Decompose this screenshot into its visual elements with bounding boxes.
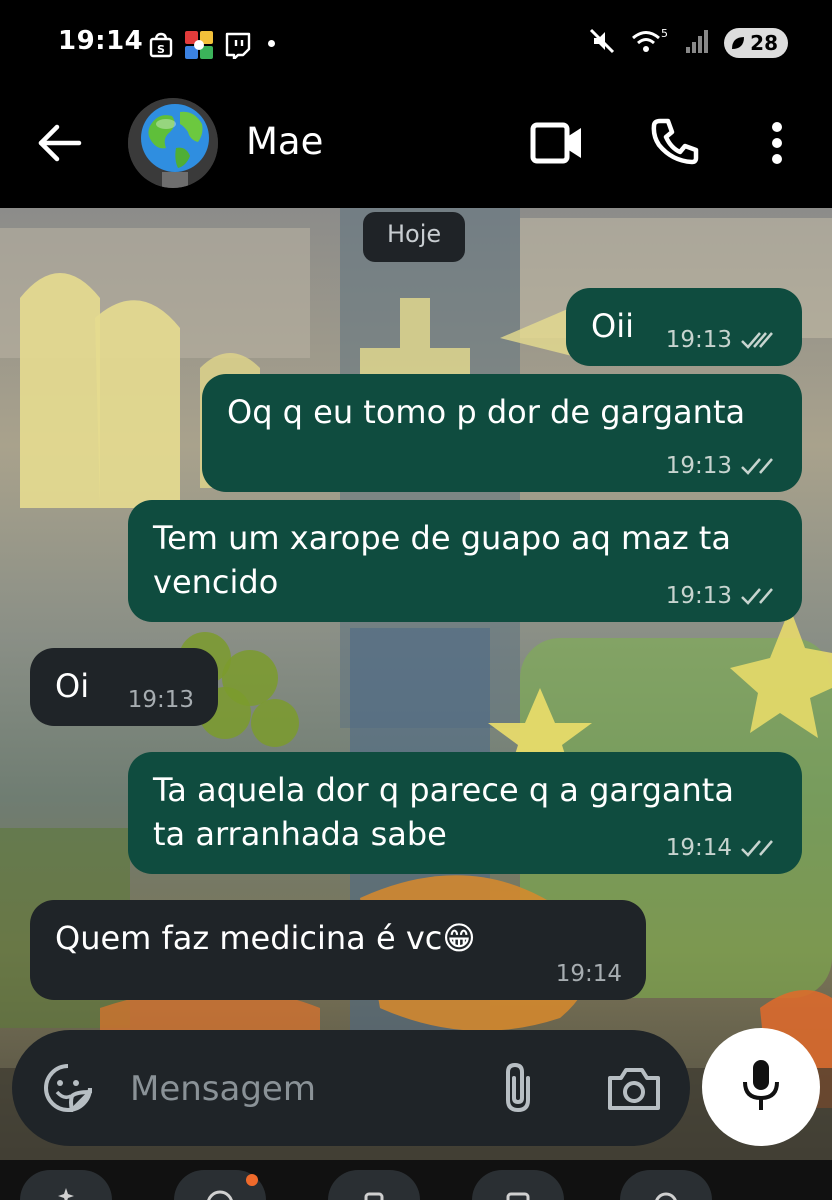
menu-dots-icon[interactable] [766, 120, 788, 170]
svg-text:S: S [157, 43, 165, 56]
nav-item-updates[interactable] [328, 1170, 420, 1200]
nav-item-ai[interactable] [20, 1170, 112, 1200]
message-meta: 19:13 [666, 452, 778, 480]
svg-text:5: 5 [661, 27, 668, 40]
contact-avatar[interactable] [128, 98, 218, 188]
chat-area[interactable]: Hoje Oii 19:13 Oq q eu tomo p dor de gar… [0, 208, 832, 1160]
notification-dot [268, 40, 275, 47]
wifi-5g-icon: 5 [630, 26, 670, 60]
battery-indicator: 28 [724, 28, 788, 58]
phone-call-icon[interactable] [650, 116, 700, 170]
message-bubble-incoming[interactable]: Oi 19:13 [30, 648, 218, 726]
save-icon [506, 1192, 530, 1200]
leaf-icon [732, 37, 745, 49]
read-ticks-icon [741, 588, 773, 605]
read-ticks-icon [741, 840, 773, 857]
message-meta: 19:14 [556, 960, 622, 988]
message-meta: 19:14 [666, 834, 778, 862]
message-input[interactable] [128, 1060, 462, 1118]
signal-icon [684, 27, 710, 59]
camera-icon[interactable] [606, 1064, 662, 1116]
status-bar: 19:14 S 5 28 [0, 0, 832, 90]
message-text: Oi [55, 667, 90, 705]
mic-button[interactable] [702, 1028, 820, 1146]
nav-item-settings[interactable] [620, 1170, 712, 1200]
nav-badge [246, 1174, 258, 1186]
message-composer [12, 1030, 690, 1146]
chat-header: Mae [0, 90, 832, 208]
contact-name[interactable]: Mae [246, 120, 323, 163]
message-text: Ta aquela dor q parece q a garganta [153, 771, 734, 809]
message-bubble-outgoing[interactable]: Tem um xarope de guapo aq maz ta vencido… [128, 500, 802, 622]
message-bubble-outgoing[interactable]: Ta aquela dor q parece q a garganta ta a… [128, 752, 802, 874]
message-bubble-outgoing[interactable]: Oq q eu tomo p dor de garganta 19:13 [202, 374, 802, 492]
colorful-app-icon [184, 30, 214, 60]
message-meta: 19:13 [666, 326, 778, 354]
shopee-icon: S [148, 32, 174, 58]
message-time: 19:13 [665, 453, 732, 479]
message-time: 19:13 [665, 583, 732, 609]
nav-item-saved[interactable] [472, 1170, 564, 1200]
message-text: vencido [153, 563, 279, 601]
read-ticks-icon [741, 458, 773, 475]
message-text: Quem faz medicina é vc😁 [55, 919, 476, 957]
message-time: 19:14 [665, 835, 732, 861]
message-text: ta arranhada sabe [153, 815, 447, 853]
twitch-icon [224, 31, 252, 59]
sparkle-icon [58, 1188, 74, 1200]
message-text: Tem um xarope de guapo aq maz ta [153, 519, 731, 557]
date-chip: Hoje [363, 212, 466, 262]
battery-level: 28 [750, 31, 778, 55]
gear-icon [655, 1192, 677, 1200]
message-meta: 19:13 [666, 582, 778, 610]
back-arrow-icon[interactable] [34, 118, 84, 172]
mute-icon [588, 27, 616, 59]
message-bubble-incoming[interactable]: Quem faz medicina é vc😁 19:14 [30, 900, 646, 1000]
message-time: 19:14 [555, 961, 622, 987]
bottom-navigation [0, 1160, 832, 1200]
grin-emoji-icon: 😁 [442, 919, 476, 957]
message-text: Oq q eu tomo p dor de garganta [227, 393, 746, 431]
video-call-icon[interactable] [530, 120, 584, 170]
attach-icon[interactable] [498, 1060, 538, 1120]
emoji-sticker-icon[interactable] [42, 1062, 94, 1118]
message-time: 19:13 [127, 687, 194, 713]
globe-avatar-icon [128, 98, 218, 188]
phone-icon [364, 1192, 384, 1200]
status-time: 19:14 [58, 26, 144, 56]
message-text: Oii [591, 307, 634, 345]
mic-icon [740, 1058, 782, 1118]
message-meta: 19:13 [128, 686, 194, 714]
message-bubble-outgoing[interactable]: Oii 19:13 [566, 288, 802, 366]
message-time: 19:13 [665, 327, 732, 353]
read-ticks-icon [741, 332, 773, 349]
